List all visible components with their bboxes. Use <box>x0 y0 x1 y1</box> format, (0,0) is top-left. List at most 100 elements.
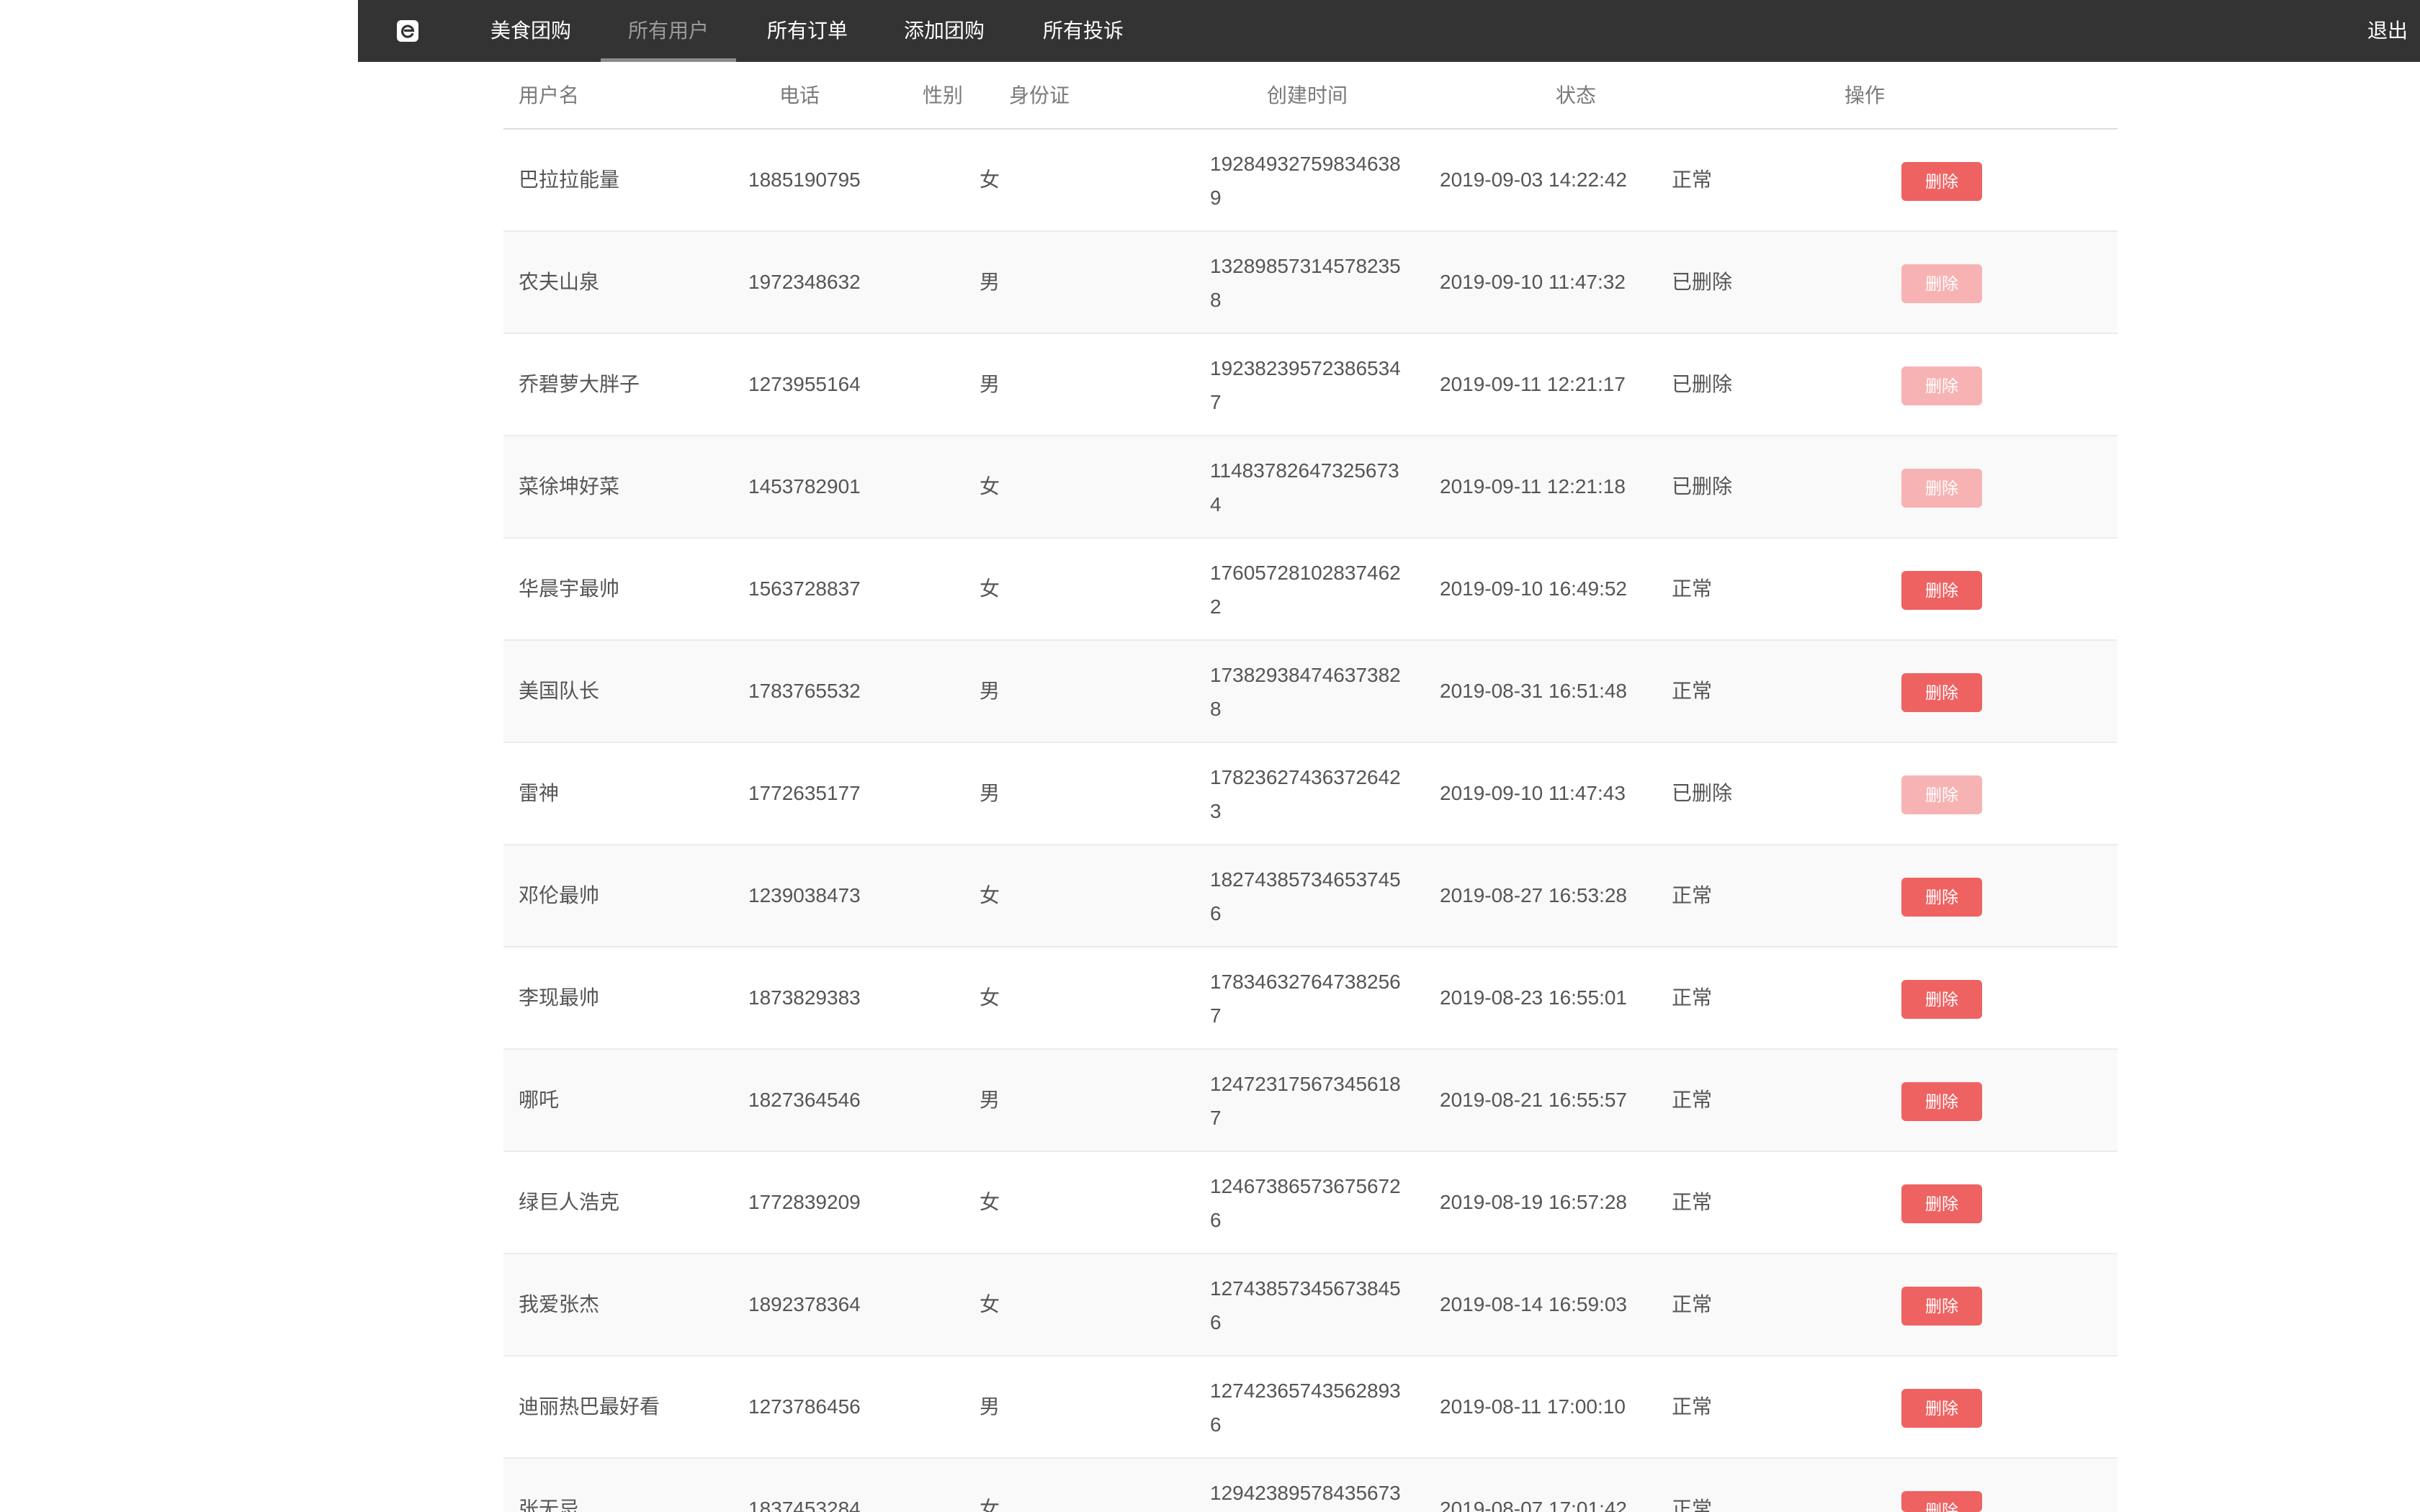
id-card-cell: 182743857346537456 <box>1210 868 1401 924</box>
username-cell: 美国队长 <box>519 680 600 702</box>
table-row: 邓伦最帅 1239038473 女 182743857346537456 201… <box>503 845 2118 948</box>
id-card-cell: 192849327598346389 <box>1210 153 1401 209</box>
username-cell: 华晨宇最帅 <box>519 577 620 600</box>
phone-cell: 1772839209 <box>748 1191 861 1213</box>
table-row: 雷神 1772635177 男 178236274363726423 2019-… <box>503 743 2118 845</box>
column-header-phone: 电话 <box>779 84 820 107</box>
nav-item-all-orders[interactable]: 所有订单 <box>740 0 875 62</box>
table-row: 农夫山泉 1972348632 男 132898573145782358 201… <box>503 232 2118 334</box>
delete-button[interactable]: 删除 <box>1901 571 1982 610</box>
status-cell: 正常 <box>1672 986 1713 1009</box>
column-header-action: 操作 <box>1845 84 1886 107</box>
id-card-cell: 114837826473256734 <box>1210 459 1399 516</box>
id-card-cell: 178346327647382567 <box>1210 971 1401 1027</box>
created-at-cell: 2019-09-11 12:21:17 <box>1440 373 1626 395</box>
gender-cell: 男 <box>979 373 1000 395</box>
table-row: 迪丽热巴最好看 1273786456 男 127423657435628936 … <box>503 1356 2118 1459</box>
nav-item-group-buy[interactable]: 美食团购 <box>463 0 599 62</box>
table-row: 美国队长 1783765532 男 173829384746373828 201… <box>503 641 2118 743</box>
phone-cell: 1239038473 <box>748 884 861 906</box>
created-at-cell: 2019-08-11 17:00:10 <box>1440 1395 1626 1418</box>
phone-cell: 1837453284 <box>748 1498 861 1512</box>
status-cell: 正常 <box>1672 1191 1713 1213</box>
delete-button: 删除 <box>1901 775 1982 814</box>
column-header-gender: 性别 <box>923 84 964 107</box>
status-cell: 正常 <box>1672 884 1713 906</box>
delete-button[interactable]: 删除 <box>1901 162 1982 201</box>
gender-cell: 女 <box>979 1293 1000 1315</box>
id-card-cell: 176057281028374622 <box>1210 562 1401 618</box>
delete-button[interactable]: 删除 <box>1901 980 1982 1019</box>
phone-cell: 1453782901 <box>748 475 861 498</box>
logo-icon[interactable] <box>397 20 418 42</box>
gender-cell: 女 <box>979 1498 1000 1512</box>
created-at-cell: 2019-09-11 12:21:18 <box>1440 475 1626 498</box>
page: 美食团购 所有用户 所有订单 添加团购 所有投诉 退出 用户名 电话 性别 身份… <box>0 0 2420 1512</box>
status-cell: 正常 <box>1672 1293 1713 1315</box>
username-cell: 巴拉拉能量 <box>519 168 620 191</box>
id-card-cell: 127438573456738456 <box>1210 1277 1401 1333</box>
id-card-cell: 178236274363726423 <box>1210 766 1401 822</box>
created-at-cell: 2019-09-10 11:47:32 <box>1440 271 1626 293</box>
delete-button[interactable]: 删除 <box>1901 1184 1982 1223</box>
gender-cell: 男 <box>979 271 1000 293</box>
created-at-cell: 2019-08-31 16:51:48 <box>1440 680 1627 702</box>
created-at-cell: 2019-08-14 16:59:03 <box>1440 1293 1627 1315</box>
nav-item-all-complaints[interactable]: 所有投诉 <box>1016 0 1151 62</box>
delete-button: 删除 <box>1901 264 1982 303</box>
id-card-cell: 192382395723865347 <box>1210 357 1401 413</box>
id-card-cell: 124673865736756726 <box>1210 1175 1401 1231</box>
nav-item-add-group-buy[interactable]: 添加团购 <box>877 0 1012 62</box>
column-header-status: 状态 <box>1556 84 1597 107</box>
delete-button[interactable]: 删除 <box>1901 878 1982 917</box>
gender-cell: 女 <box>979 884 1000 906</box>
phone-cell: 1772635177 <box>748 782 861 804</box>
phone-cell: 1273955164 <box>748 373 861 395</box>
delete-button[interactable]: 删除 <box>1901 1491 1982 1512</box>
username-cell: 邓伦最帅 <box>519 884 600 906</box>
created-at-cell: 2019-08-23 16:55:01 <box>1440 986 1627 1009</box>
status-cell: 已删除 <box>1672 373 1733 395</box>
column-header-created-at: 创建时间 <box>1267 84 1348 107</box>
logout-link[interactable]: 退出 <box>2367 0 2408 62</box>
username-cell: 菜徐坤好菜 <box>519 475 620 498</box>
status-cell: 正常 <box>1672 168 1713 191</box>
phone-cell: 1892378364 <box>748 1293 861 1315</box>
gender-cell: 男 <box>979 680 1000 702</box>
table-row: 华晨宇最帅 1563728837 女 176057281028374622 20… <box>503 539 2118 641</box>
status-cell: 已删除 <box>1672 271 1733 293</box>
username-cell: 哪吒 <box>519 1089 560 1111</box>
table-row: 我爱张杰 1892378364 女 127438573456738456 201… <box>503 1254 2118 1356</box>
delete-button[interactable]: 删除 <box>1901 1082 1982 1121</box>
delete-button[interactable]: 删除 <box>1901 673 1982 712</box>
column-header-id-card: 身份证 <box>1009 84 1070 107</box>
table-row: 张无忌 1837453284 女 12942389578435673 2019-… <box>503 1459 2118 1512</box>
delete-button[interactable]: 删除 <box>1901 1389 1982 1428</box>
phone-cell: 1827364546 <box>748 1089 861 1111</box>
status-cell: 正常 <box>1672 577 1713 600</box>
gender-cell: 女 <box>979 475 1000 498</box>
username-cell: 绿巨人浩克 <box>519 1191 620 1213</box>
created-at-cell: 2019-08-07 17:01:42 <box>1440 1498 1627 1512</box>
delete-button: 删除 <box>1901 469 1982 508</box>
created-at-cell: 2019-08-21 16:55:57 <box>1440 1089 1627 1111</box>
gender-cell: 女 <box>979 1191 1000 1213</box>
status-cell: 已删除 <box>1672 475 1733 498</box>
phone-cell: 1563728837 <box>748 577 861 600</box>
created-at-cell: 2019-08-27 16:53:28 <box>1440 884 1627 906</box>
status-cell: 正常 <box>1672 1395 1713 1418</box>
username-cell: 迪丽热巴最好看 <box>519 1395 660 1418</box>
id-card-cell: 127423657435628936 <box>1210 1380 1401 1436</box>
created-at-cell: 2019-09-03 14:22:42 <box>1440 168 1627 191</box>
gender-cell: 男 <box>979 782 1000 804</box>
gender-cell: 男 <box>979 1395 1000 1418</box>
status-cell: 正常 <box>1672 1089 1713 1111</box>
nav-item-all-users[interactable]: 所有用户 <box>601 0 736 62</box>
username-cell: 雷神 <box>519 782 560 804</box>
username-cell: 张无忌 <box>519 1498 580 1512</box>
id-card-cell: 173829384746373828 <box>1210 664 1401 720</box>
created-at-cell: 2019-09-10 11:47:43 <box>1440 782 1626 804</box>
phone-cell: 1873829383 <box>748 986 861 1009</box>
delete-button[interactable]: 删除 <box>1901 1287 1982 1326</box>
table-header: 用户名 电话 性别 身份证 创建时间 状态 操作 <box>503 62 2118 130</box>
